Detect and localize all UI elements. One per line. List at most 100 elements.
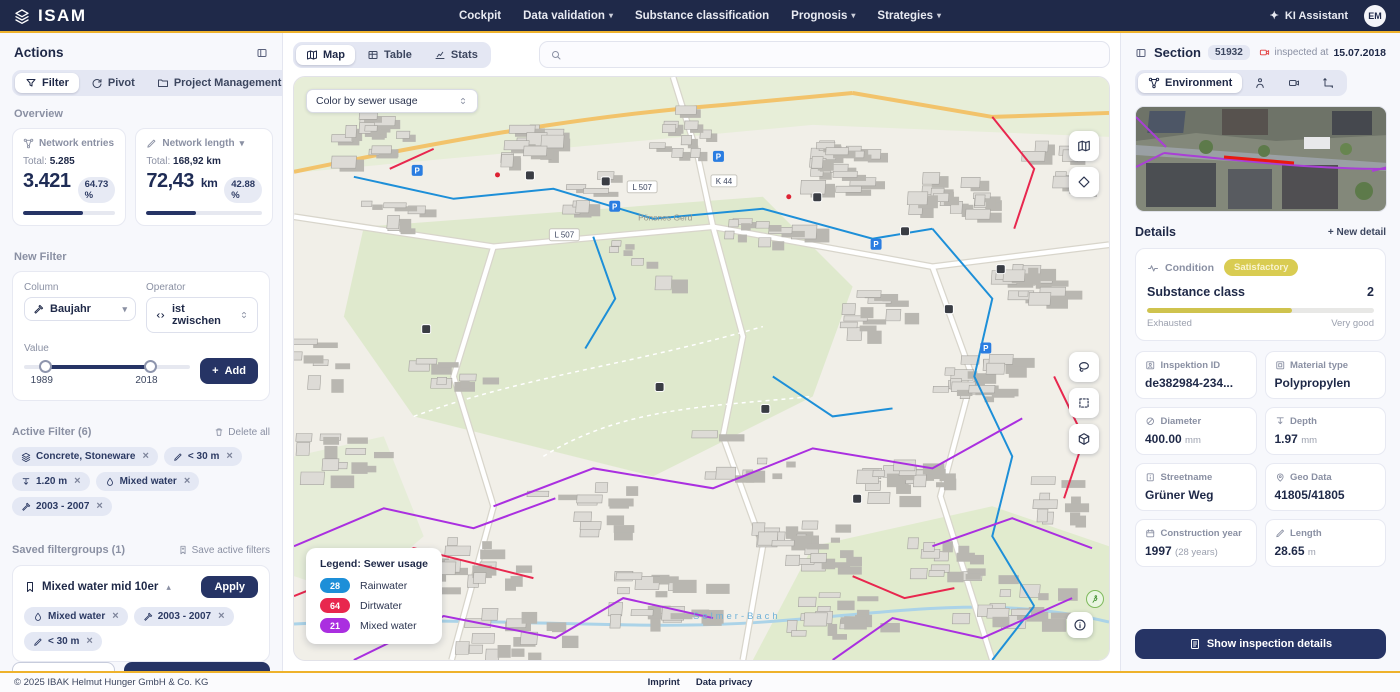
tab-project-management[interactable]: Project Management [147, 73, 282, 93]
folder-icon [157, 77, 169, 89]
delete-all-button[interactable]: Delete all [214, 427, 270, 438]
id-badge-icon [1145, 360, 1156, 371]
nav-item-cockpit[interactable]: Cockpit [459, 10, 501, 22]
view-3d-button[interactable] [1069, 424, 1099, 454]
filter-chip[interactable]: Mixed water × [24, 607, 128, 626]
operator-select[interactable]: ist zwischen [146, 297, 258, 333]
add-filter-button[interactable]: + Add [200, 358, 258, 384]
value-range-slider[interactable]: 1989 2018 [24, 358, 191, 388]
pencil-icon [33, 637, 43, 647]
calendar-icon [1145, 528, 1156, 539]
rectangle-select-icon [1077, 396, 1091, 410]
updown-icon [458, 96, 468, 106]
color-by-select[interactable]: Color by sewer usage [306, 89, 478, 113]
nav-item-strategies[interactable]: Strategies ▾ [877, 10, 941, 22]
filter-chip[interactable]: < 30 m × [163, 447, 242, 466]
tab-person-view[interactable] [1244, 73, 1276, 93]
remove-chip-icon[interactable]: × [112, 611, 118, 622]
mode-tabs: Filter Pivot Project Management [12, 70, 282, 96]
rectangle-select-button[interactable] [1069, 388, 1099, 418]
locate-button[interactable] [1069, 167, 1099, 197]
chevron-up-icon[interactable]: ▴ [166, 582, 171, 593]
map-icon [1077, 139, 1091, 153]
remove-chip-icon[interactable]: × [86, 636, 92, 647]
tab-pivot[interactable]: Pivot [81, 73, 145, 93]
map-canvas[interactable]: PPPPP L 507 L 507 K 44 Pönsnes Gerd Selm… [293, 76, 1110, 661]
new-detail-button[interactable]: + New detail [1328, 227, 1386, 238]
imprint-link[interactable]: Imprint [648, 677, 680, 688]
filter-chip[interactable]: Mixed water × [95, 472, 200, 491]
section-id-badge: 51932 [1207, 45, 1250, 60]
remove-chip-icon[interactable]: × [226, 451, 232, 462]
nav-item-substance-classification[interactable]: Substance classification [635, 10, 769, 22]
view-tabs: Map Table Stats [293, 41, 491, 68]
legend-title: Legend: Sewer usage [320, 558, 428, 570]
export-button[interactable]: Export▾ [123, 662, 270, 671]
basemap-button[interactable] [1069, 131, 1099, 161]
pencil-icon [146, 138, 157, 149]
slider-handle-min[interactable] [38, 360, 52, 373]
tab-axis[interactable] [1312, 73, 1344, 93]
layers-logo-icon [14, 8, 30, 24]
import-button[interactable]: Import [12, 662, 115, 671]
new-filter-title: New Filter [14, 251, 67, 263]
table-icon [367, 49, 379, 61]
slider-handle-max[interactable] [143, 360, 157, 373]
pivot-icon [91, 77, 103, 89]
tab-map[interactable]: Map [296, 44, 355, 65]
brand[interactable]: ISAM [14, 6, 284, 26]
search-input[interactable] [568, 48, 1099, 61]
remove-chip-icon[interactable]: × [218, 611, 224, 622]
chevron-down-icon[interactable]: ▾ [240, 138, 245, 149]
stat-progress [146, 211, 263, 215]
code-icon [155, 310, 166, 321]
remove-chip-icon[interactable]: × [184, 476, 190, 487]
tab-video[interactable] [1278, 73, 1310, 93]
show-inspection-details-button[interactable]: Show inspection details [1135, 629, 1386, 659]
aerial-photo[interactable] [1135, 106, 1387, 212]
search-field[interactable] [538, 41, 1110, 68]
saved-filtergroup-card: Mixed water mid 10er ▴ Apply Mixed water… [12, 565, 270, 662]
person-icon [1254, 77, 1266, 89]
collapse-panel-button[interactable] [256, 47, 268, 59]
value-label: Value [24, 343, 49, 354]
axis-icon [1322, 77, 1334, 89]
avatar[interactable]: EM [1364, 4, 1386, 27]
detail-card-geo-data: Geo Data 41805/41805 [1264, 463, 1386, 511]
data-privacy-link[interactable]: Data privacy [696, 677, 753, 688]
svg-text:P: P [873, 240, 879, 249]
save-active-filters-button[interactable]: Save active filters [178, 545, 270, 556]
remove-chip-icon[interactable]: × [74, 476, 80, 487]
nav-item-prognosis[interactable]: Prognosis ▾ [791, 10, 855, 22]
apply-filtergroup-button[interactable]: Apply [201, 576, 258, 598]
place-label: Pönsnes Gerd [638, 213, 692, 223]
filter-chip[interactable]: 2003 - 2007 × [133, 607, 234, 626]
bookmark-icon [24, 581, 36, 593]
legend-item: 28 Rainwater [320, 578, 428, 593]
tab-table[interactable]: Table [357, 45, 422, 65]
stat-percent-badge: 42.88 % [224, 177, 263, 203]
drop-icon [105, 477, 115, 487]
tab-filter[interactable]: Filter [15, 73, 79, 93]
filter-chip[interactable]: Concrete, Stoneware × [12, 447, 158, 466]
legend-count-badge: 28 [320, 578, 350, 593]
tab-stats[interactable]: Stats [424, 45, 488, 65]
map-info-button[interactable] [1067, 612, 1093, 638]
stat-progress [23, 211, 116, 215]
filter-chip[interactable]: < 30 m × [24, 632, 102, 651]
substance-class-label: Substance class [1147, 285, 1245, 299]
lasso-select-button[interactable] [1069, 352, 1099, 382]
column-select[interactable]: Baujahr ▾ [24, 297, 136, 321]
ki-assistant-button[interactable]: ✦ KI Assistant [1270, 9, 1348, 23]
section-tabs: Environment [1135, 70, 1348, 96]
remove-chip-icon[interactable]: × [142, 451, 148, 462]
nav-item-data-validation[interactable]: Data validation ▾ [523, 10, 613, 22]
collapse-panel-button[interactable] [1135, 47, 1147, 59]
filter-chip[interactable]: 1.20 m × [12, 472, 90, 491]
filter-chip[interactable]: 2003 - 2007 × [12, 497, 112, 516]
detail-card-construction-year: Construction year 1997 (28 years) [1135, 519, 1257, 567]
tab-environment[interactable]: Environment [1138, 73, 1243, 93]
updown-icon [239, 310, 249, 320]
pulse-icon [1147, 262, 1159, 274]
remove-chip-icon[interactable]: × [96, 501, 102, 512]
